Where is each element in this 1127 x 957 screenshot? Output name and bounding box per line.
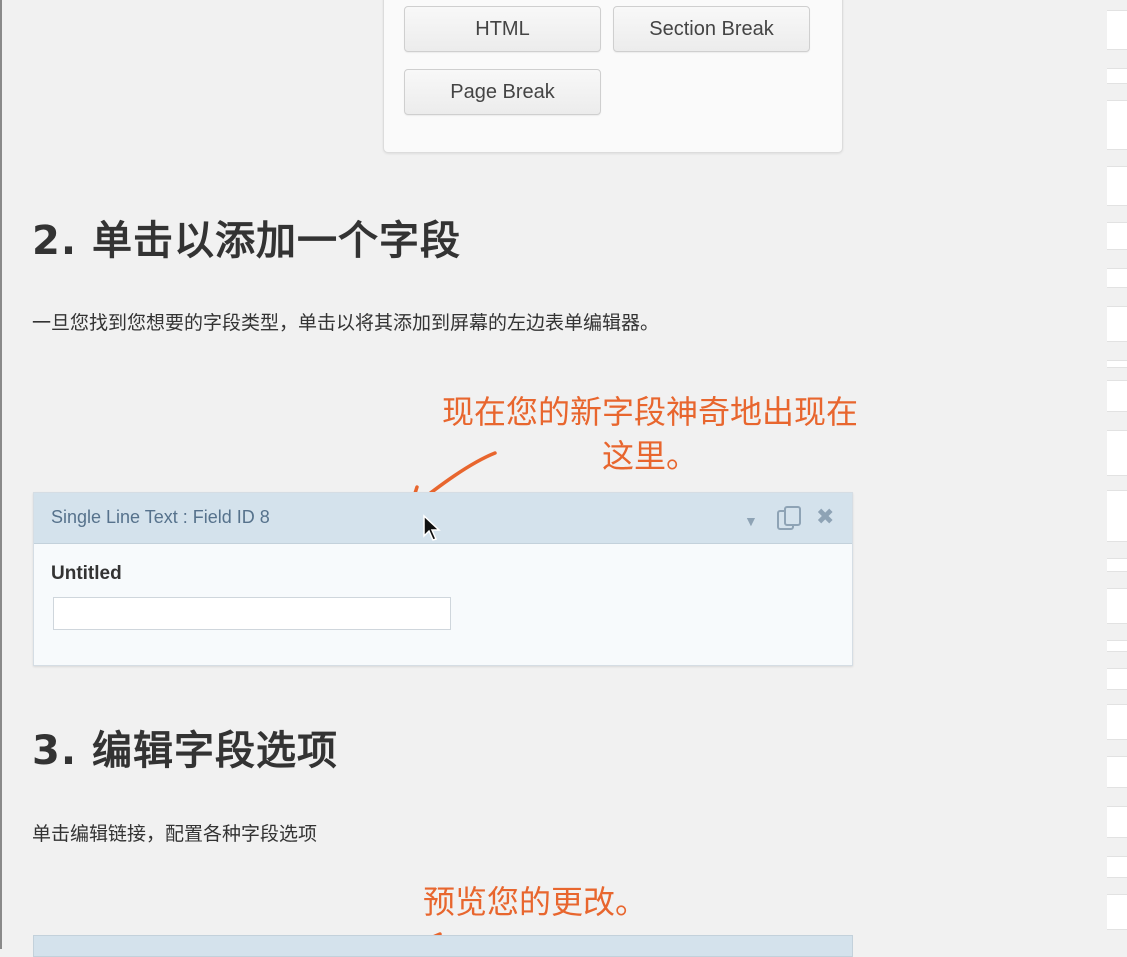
- right-stub: [1107, 558, 1127, 572]
- field-types-panel: HTML Section Break Page Break: [383, 0, 843, 153]
- right-stub: [1107, 856, 1127, 878]
- right-stub: [1107, 640, 1127, 652]
- section-break-field-button[interactable]: Section Break: [613, 6, 810, 52]
- step-3-description: 单击编辑链接，配置各种字段选项: [32, 823, 318, 845]
- mouse-cursor-icon: [423, 514, 441, 541]
- right-stub: [1107, 268, 1127, 288]
- html-field-button[interactable]: HTML: [404, 6, 601, 52]
- right-stub: [1107, 668, 1127, 690]
- right-stub: [1107, 10, 1127, 50]
- right-stub: [1107, 306, 1127, 342]
- right-stub: [1107, 430, 1127, 476]
- chevron-down-icon[interactable]: ▼: [744, 509, 758, 533]
- field-card-header[interactable]: Single Line Text : Field ID 8 ▼ ✖: [34, 493, 852, 544]
- right-stub: [1107, 894, 1127, 930]
- step-2-heading: 2. 单击以添加一个字段: [32, 218, 461, 264]
- field-preview-input[interactable]: [53, 597, 451, 630]
- preview-annotation: 预览您的更改。: [422, 883, 647, 921]
- step-2-description: 一旦您找到您想要的字段类型，单击以将其添加到屏幕的左边表单编辑器。: [32, 312, 660, 334]
- field-card[interactable]: Single Line Text : Field ID 8 ▼ ✖ Untitl…: [33, 492, 853, 666]
- duplicate-icon[interactable]: [775, 505, 803, 538]
- right-stub: [1107, 222, 1127, 250]
- step-3-heading: 3. 编辑字段选项: [32, 728, 338, 774]
- right-stub: [1107, 756, 1127, 788]
- right-stub: [1107, 588, 1127, 624]
- right-stub: [1107, 360, 1127, 368]
- right-stub: [1107, 68, 1127, 84]
- right-stub: [1107, 806, 1127, 838]
- left-border: [0, 0, 2, 949]
- close-icon[interactable]: ✖: [816, 505, 834, 529]
- right-stub: [1107, 166, 1127, 206]
- right-stub: [1107, 380, 1127, 412]
- field-card-title: Single Line Text : Field ID 8: [51, 507, 270, 527]
- page-break-field-button[interactable]: Page Break: [404, 69, 601, 115]
- field-label: Untitled: [51, 563, 122, 584]
- right-stub: [1107, 100, 1127, 150]
- right-stub: [1107, 704, 1127, 740]
- field-card-header-partial[interactable]: [33, 935, 853, 957]
- new-field-annotation-line1: 现在您的新字段神奇地出现在: [441, 393, 858, 431]
- right-panel-edge: [1107, 0, 1127, 949]
- right-stub: [1107, 490, 1127, 542]
